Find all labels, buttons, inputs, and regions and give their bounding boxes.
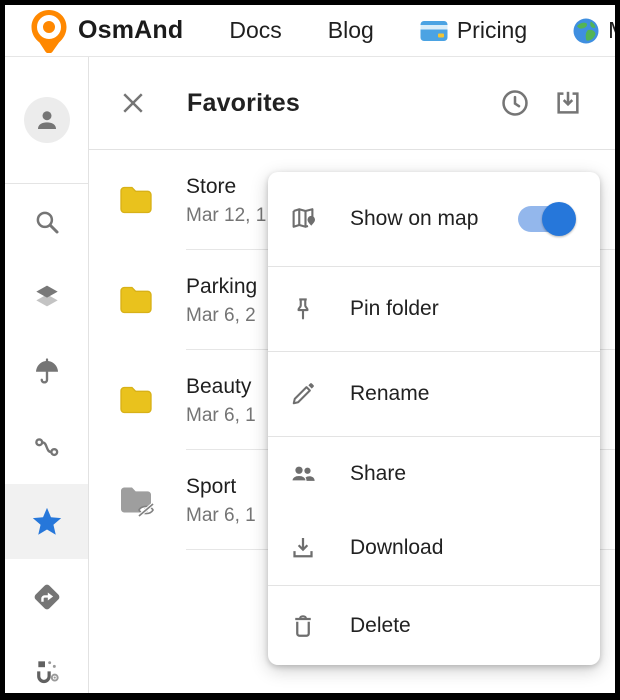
folder-icon: [116, 280, 156, 320]
menu-item-rename[interactable]: Rename: [268, 352, 600, 436]
favorites-panel: Favorites: [89, 57, 615, 693]
nav-link-label: Docs: [229, 17, 281, 44]
map-pin-icon: [288, 204, 318, 234]
sidebar-item-favorites[interactable]: [5, 484, 88, 559]
people-icon: [288, 459, 318, 489]
menu-item-label: Show on map: [350, 207, 478, 231]
pencil-icon: [288, 379, 318, 409]
eye-off-icon: [133, 497, 159, 523]
sidebar-item-weather[interactable]: [5, 334, 88, 409]
folder-icon: [116, 380, 156, 420]
nav-link-label: Map: [608, 17, 615, 44]
trash-icon: [288, 611, 318, 641]
umbrella-icon: [32, 357, 62, 387]
menu-item-download[interactable]: Download: [268, 511, 600, 585]
menu-item-show-on-map[interactable]: Show on map: [268, 172, 600, 266]
import-icon: [552, 87, 584, 119]
menu-item-label: Pin folder: [350, 297, 439, 321]
show-on-map-toggle[interactable]: [518, 206, 574, 232]
clock-icon: [499, 87, 531, 119]
credit-card-icon: [420, 20, 448, 42]
close-icon: [118, 88, 148, 118]
sidebar-item-map-layers[interactable]: [5, 259, 88, 334]
nav-link-label: Blog: [328, 17, 374, 44]
plan-route-icon: [31, 656, 63, 688]
globe-icon: [573, 18, 599, 44]
sidebar-item-plan-route[interactable]: [5, 634, 88, 693]
folder-name: Beauty: [186, 373, 256, 400]
panel-header: Favorites: [89, 57, 615, 149]
folder-date: Mar 6, 2: [186, 303, 257, 328]
folder-date: Mar 6, 1: [186, 403, 256, 428]
menu-item-label: Delete: [350, 614, 411, 638]
brand-name[interactable]: OsmAnd: [78, 16, 183, 45]
nav-link-map[interactable]: Map: [573, 17, 615, 44]
person-icon: [32, 105, 62, 135]
folder-date: Mar 6, 1: [186, 503, 256, 528]
sidebar-item-account[interactable]: [5, 57, 88, 184]
avatar: [24, 97, 70, 143]
top-navbar: OsmAnd Docs Blog Pricing Map: [5, 5, 615, 57]
close-button[interactable]: [117, 87, 149, 119]
nav-link-blog[interactable]: Blog: [328, 17, 374, 44]
nav-link-docs[interactable]: Docs: [229, 17, 281, 44]
page-title: Favorites: [187, 89, 300, 118]
folder-name: Parking: [186, 273, 257, 300]
folder-context-menu: Show on map Pin folder: [268, 172, 600, 665]
sidebar-item-tracks[interactable]: [5, 409, 88, 484]
app-window: OsmAnd Docs Blog Pricing Map: [5, 5, 615, 693]
sidebar-item-navigation[interactable]: [5, 559, 88, 634]
osmand-logo-icon[interactable]: [30, 9, 68, 53]
menu-item-pin-folder[interactable]: Pin folder: [268, 267, 600, 351]
sidebar-item-search[interactable]: [5, 184, 88, 259]
download-icon: [288, 533, 318, 563]
menu-item-delete[interactable]: Delete: [268, 586, 600, 665]
toggle-knob: [542, 202, 576, 236]
recently-visited-button[interactable]: [498, 86, 532, 120]
menu-item-label: Share: [350, 462, 406, 486]
folder-date: Mar 12, 1: [186, 203, 266, 228]
pushpin-icon: [288, 294, 318, 324]
star-icon: [30, 505, 64, 539]
nav-link-label: Pricing: [457, 17, 527, 44]
menu-item-label: Rename: [350, 382, 429, 406]
route-icon: [32, 432, 62, 462]
directions-icon: [31, 581, 63, 613]
menu-item-label: Download: [350, 536, 443, 560]
folder-name: Sport: [186, 473, 256, 500]
nav-link-pricing[interactable]: Pricing: [420, 17, 527, 44]
sidebar: [5, 57, 89, 693]
main-area: Favorites: [5, 57, 615, 693]
menu-item-share[interactable]: Share: [268, 437, 600, 511]
folder-icon: [116, 180, 156, 220]
import-button[interactable]: [551, 86, 585, 120]
layers-icon: [31, 281, 63, 313]
folder-name: Store: [186, 173, 266, 200]
search-icon: [32, 207, 62, 237]
